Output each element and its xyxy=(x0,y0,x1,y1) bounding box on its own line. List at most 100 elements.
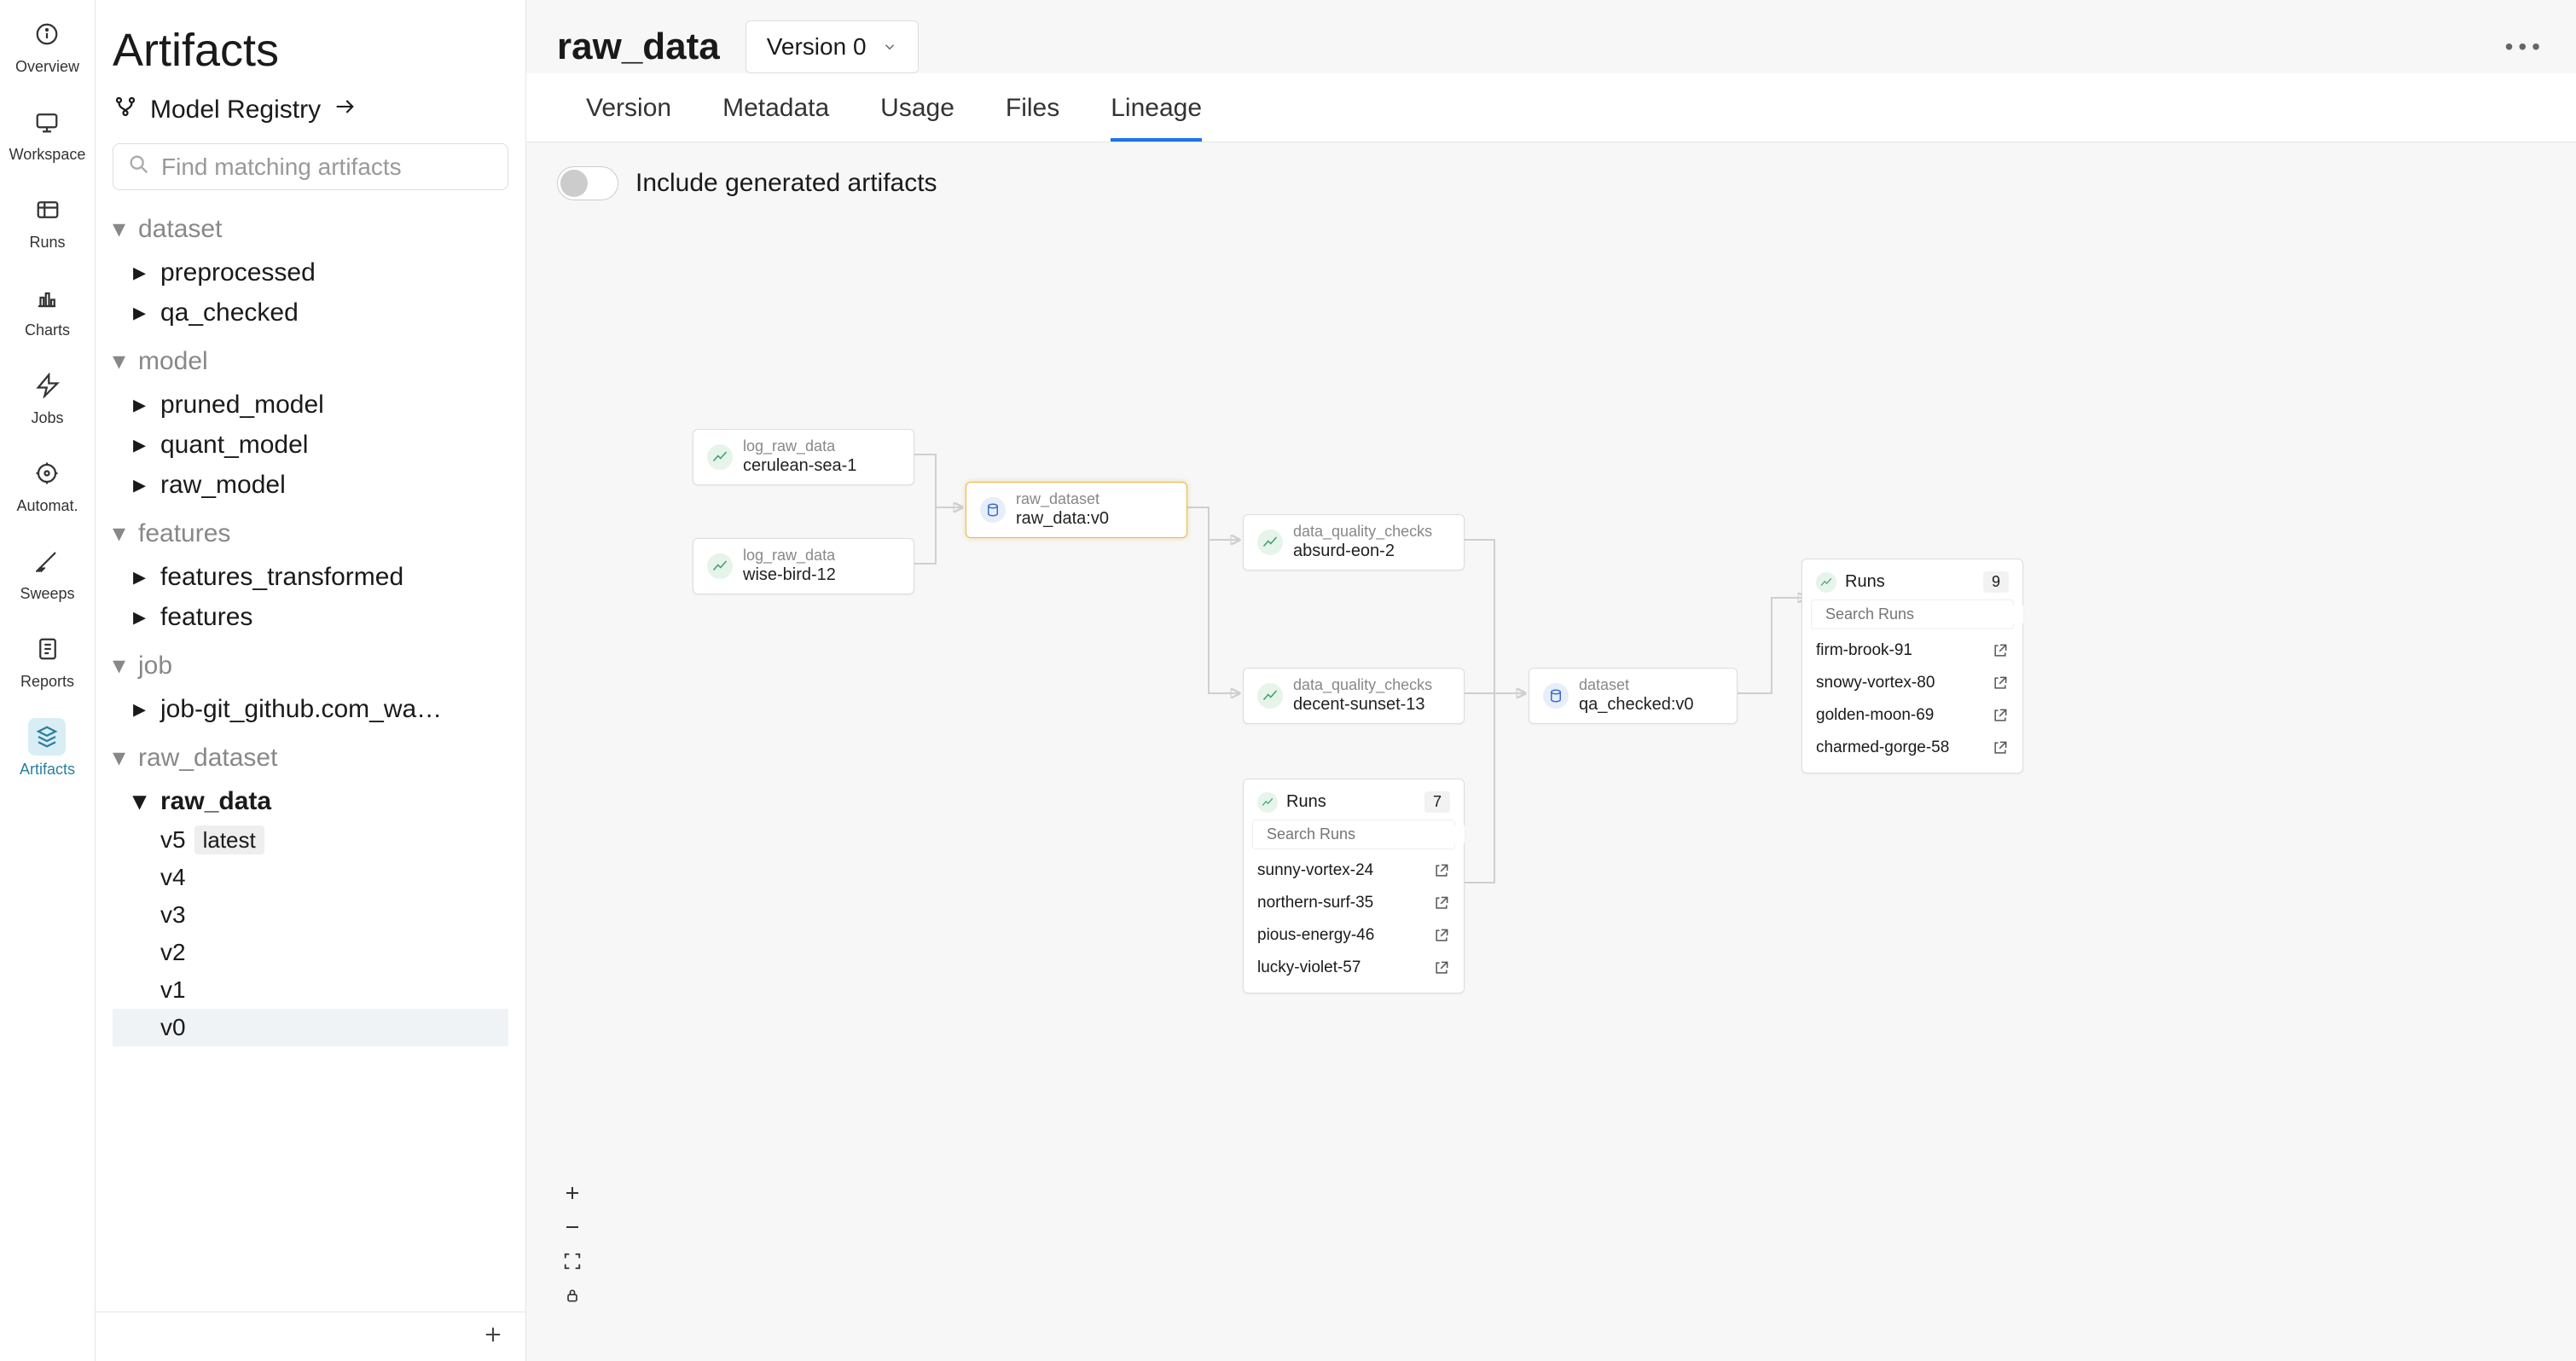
tree-item-qa-checked[interactable]: ▸qa_checked xyxy=(113,292,508,333)
tree-item-job-git[interactable]: ▸job-git_github.com_wa… xyxy=(113,689,508,729)
artifact-icon xyxy=(1543,683,1569,709)
lineage-node-run-absurd-eon[interactable]: data_quality_checks absurd-eon-2 xyxy=(1243,514,1465,570)
run-icon xyxy=(707,553,733,579)
panel-search[interactable] xyxy=(1252,819,1455,849)
tree-group-dataset[interactable]: ▾ dataset xyxy=(113,214,508,244)
artifact-search-input[interactable] xyxy=(161,153,494,181)
tree-item-raw-data[interactable]: ▾raw_data xyxy=(113,781,508,821)
node-name: raw_data:v0 xyxy=(1016,508,1109,529)
nav-reports[interactable]: Reports xyxy=(20,630,74,691)
lock-button[interactable] xyxy=(557,1281,588,1310)
nav-runs[interactable]: Runs xyxy=(29,191,67,252)
add-icon[interactable] xyxy=(481,1323,505,1351)
lineage-canvas[interactable]: log_raw_data cerulean-sea-1 log_raw_data… xyxy=(526,224,2576,1361)
chevron-down-icon: ▾ xyxy=(113,518,130,548)
panel-search[interactable] xyxy=(1811,599,2014,629)
version-v2[interactable]: v2 xyxy=(113,934,508,971)
run-icon xyxy=(1257,530,1283,555)
tree-group-raw-dataset[interactable]: ▾ raw_dataset xyxy=(113,743,508,773)
tree-group-model[interactable]: ▾ model xyxy=(113,346,508,376)
panel-row[interactable]: pious-energy-46 xyxy=(1252,919,1455,952)
version-v0[interactable]: v0 xyxy=(113,1009,508,1046)
lineage-node-run-wise-bird[interactable]: log_raw_data wise-bird-12 xyxy=(693,538,914,594)
panel-row[interactable]: snowy-vortex-80 xyxy=(1811,667,2014,699)
nav-workspace[interactable]: Workspace xyxy=(9,103,86,164)
tab-version[interactable]: Version xyxy=(586,94,671,142)
open-icon xyxy=(1992,739,2009,756)
run-icon xyxy=(707,444,733,470)
chevron-down-icon: ▾ xyxy=(113,743,130,773)
panel-row[interactable]: charmed-gorge-58 xyxy=(1811,732,2014,764)
nav-automat[interactable]: Automat. xyxy=(16,455,78,515)
lineage-node-run-cerulean[interactable]: log_raw_data cerulean-sea-1 xyxy=(693,429,914,485)
panel-row[interactable]: golden-moon-69 xyxy=(1811,699,2014,732)
version-selector[interactable]: Version 0 xyxy=(746,20,919,73)
open-icon xyxy=(1433,862,1450,879)
toggle-label: Include generated artifacts xyxy=(635,169,937,198)
lineage-node-artifact-qa-checked[interactable]: dataset qa_checked:v0 xyxy=(1529,668,1738,724)
panel-search-input[interactable] xyxy=(1267,825,1465,843)
tab-files[interactable]: Files xyxy=(1006,94,1059,142)
main-content: raw_data Version 0 ••• Version Metadata … xyxy=(526,0,2576,1361)
version-v1[interactable]: v1 xyxy=(113,971,508,1009)
node-type: raw_dataset xyxy=(1016,491,1109,508)
zoom-in-button[interactable] xyxy=(557,1179,588,1208)
nav-label: Automat. xyxy=(16,497,78,515)
charts-icon xyxy=(28,279,66,316)
nav-charts[interactable]: Charts xyxy=(25,279,70,339)
sidebar-title: Artifacts xyxy=(113,24,508,77)
artifacts-sidebar: Artifacts Model Registry ▾ dataset ▸prep… xyxy=(96,0,526,1361)
chevron-down-icon: ▾ xyxy=(113,214,130,244)
automat-icon xyxy=(28,455,66,492)
tree-item-features[interactable]: ▸features xyxy=(113,597,508,637)
lineage-runs-panel-2: Runs 9 firm-brook-91 snowy-vortex-80 gol… xyxy=(1801,559,2023,773)
tab-lineage[interactable]: Lineage xyxy=(1111,94,1202,142)
tree-item-quant-model[interactable]: ▸quant_model xyxy=(113,425,508,465)
tree-group-job[interactable]: ▾ job xyxy=(113,651,508,680)
tab-metadata[interactable]: Metadata xyxy=(722,94,829,142)
chevron-down-icon: ▾ xyxy=(113,346,130,376)
panel-title: Runs xyxy=(1845,572,1975,592)
nav-label: Runs xyxy=(29,234,65,252)
node-type: log_raw_data xyxy=(743,438,856,455)
nav-artifacts[interactable]: Artifacts xyxy=(20,718,75,779)
run-icon xyxy=(1257,683,1283,709)
nav-jobs[interactable]: Jobs xyxy=(29,367,67,427)
model-registry-link[interactable]: Model Registry xyxy=(113,94,508,126)
version-v4[interactable]: v4 xyxy=(113,859,508,896)
node-type: data_quality_checks xyxy=(1293,677,1432,694)
tree-item-features-transformed[interactable]: ▸features_transformed xyxy=(113,557,508,597)
tree-group-features[interactable]: ▾ features xyxy=(113,518,508,548)
artifact-tabs: Version Metadata Usage Files Lineage xyxy=(526,73,2576,142)
artifact-search[interactable] xyxy=(113,143,508,190)
tree-item-pruned-model[interactable]: ▸pruned_model xyxy=(113,385,508,425)
fullscreen-button[interactable] xyxy=(557,1247,588,1276)
chevron-right-icon: ▸ xyxy=(133,470,150,500)
version-v3[interactable]: v3 xyxy=(113,896,508,934)
tree-item-preprocessed[interactable]: ▸preprocessed xyxy=(113,252,508,292)
latest-badge: latest xyxy=(194,825,264,854)
chevron-right-icon: ▸ xyxy=(133,602,150,632)
more-menu[interactable]: ••• xyxy=(2505,33,2545,61)
panel-row[interactable]: northern-surf-35 xyxy=(1252,887,1455,919)
version-v5[interactable]: v5latest xyxy=(113,821,508,859)
panel-row[interactable]: firm-brook-91 xyxy=(1811,634,2014,667)
tree-item-raw-model[interactable]: ▸raw_model xyxy=(113,465,508,505)
nav-sweeps[interactable]: Sweeps xyxy=(20,542,74,603)
panel-row[interactable]: lucky-violet-57 xyxy=(1252,952,1455,984)
lineage-node-artifact-raw-data[interactable]: raw_dataset raw_data:v0 xyxy=(966,482,1187,538)
zoom-out-button[interactable] xyxy=(557,1213,588,1242)
artifact-title: raw_data xyxy=(557,26,720,68)
panel-search-input[interactable] xyxy=(1825,605,2023,623)
jobs-icon xyxy=(29,367,67,404)
chevron-right-icon: ▸ xyxy=(133,390,150,420)
chevron-right-icon: ▸ xyxy=(133,258,150,287)
lineage-node-run-decent-sunset[interactable]: data_quality_checks decent-sunset-13 xyxy=(1243,668,1465,724)
nav-overview[interactable]: Overview xyxy=(15,15,79,76)
chevron-down-icon: ▾ xyxy=(133,786,150,816)
artifacts-icon xyxy=(28,718,66,756)
include-generated-toggle[interactable] xyxy=(557,166,618,200)
workspace-icon xyxy=(28,103,66,141)
panel-row[interactable]: sunny-vortex-24 xyxy=(1252,854,1455,887)
tab-usage[interactable]: Usage xyxy=(880,94,954,142)
